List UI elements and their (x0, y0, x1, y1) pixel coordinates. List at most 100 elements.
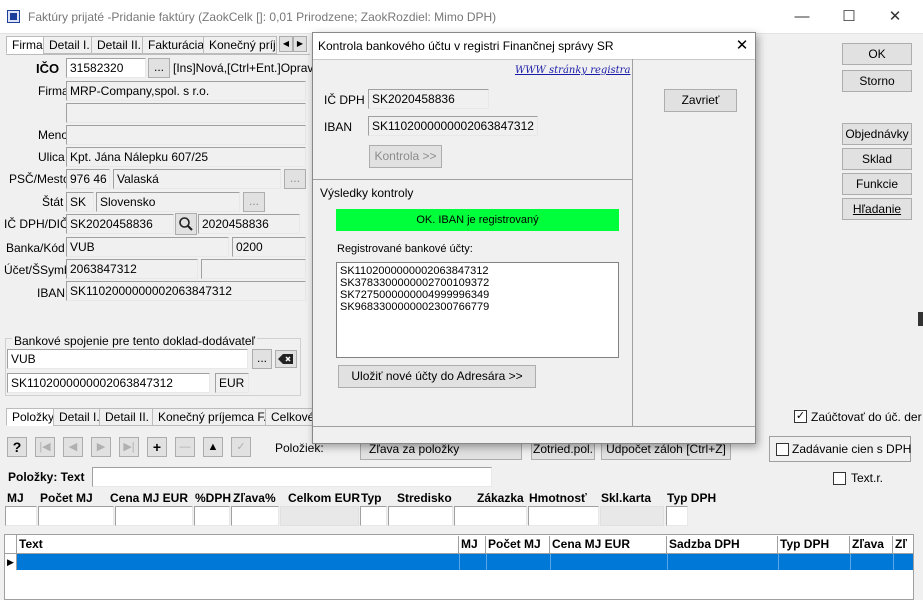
add-record-icon[interactable]: + (147, 437, 167, 457)
firma-field-2[interactable] (66, 103, 306, 123)
stredisko-input[interactable] (388, 506, 453, 526)
iban-label: IBAN (37, 286, 66, 300)
mj-input[interactable] (5, 506, 37, 526)
tab-konecny-prijemca[interactable]: Konečný príj. (203, 36, 277, 54)
sklad-button[interactable]: Sklad (842, 148, 912, 170)
search-icon[interactable] (175, 213, 197, 235)
icdph-label: IČ DPH/DIČ (4, 217, 69, 231)
dialog-title-divider (313, 59, 755, 60)
edge-marker (918, 312, 923, 326)
icdph-field[interactable]: SK2020458836 (66, 214, 174, 234)
kontrola-button[interactable]: Kontrola >> (369, 145, 442, 168)
textr-checkbox[interactable] (833, 472, 846, 485)
kontrola-dialog: Kontrola bankového účtu v registri Finan… (312, 32, 756, 444)
ulica-field[interactable]: Kpt. Jána Nálepku 607/25 (66, 147, 306, 167)
row-sep (486, 554, 487, 570)
stat-name-field[interactable]: Slovensko (96, 192, 240, 212)
tab-detail-1[interactable]: Detail I. (43, 36, 96, 54)
mesto-field[interactable]: Valaská (113, 169, 281, 189)
zakazka-input[interactable] (454, 506, 527, 526)
grid-col-zl[interactable]: Zľ (893, 536, 913, 553)
last-record-icon[interactable]: ▶| (119, 437, 139, 457)
bank-group-iban-field[interactable]: SK1102000000002063847312 (7, 373, 210, 393)
grid-col-text[interactable]: Text (17, 536, 459, 553)
tab-polozky[interactable]: Položky (6, 408, 61, 426)
mesto-lookup-button[interactable]: ... (284, 169, 306, 189)
col-celkom-label: Celkom EUR (288, 491, 361, 505)
banka-label: Banka/Kód (6, 241, 65, 255)
bank-group-bank-field[interactable]: VUB (7, 349, 248, 369)
tab-scroll-left-icon[interactable]: ◀ (279, 36, 293, 52)
zadavanie-checkbox[interactable] (776, 443, 789, 456)
pocet-input[interactable] (38, 506, 114, 526)
item-text-field[interactable] (92, 467, 492, 487)
maximize-button[interactable]: ☐ (826, 4, 872, 30)
grid-col-typdph[interactable]: Typ DPH (778, 536, 850, 553)
meno-field[interactable] (66, 125, 306, 145)
grid-col-mj[interactable]: MJ (459, 536, 486, 553)
next-record-icon[interactable]: ▶ (91, 437, 111, 457)
list-item[interactable]: SK1102000000002063847312 (340, 265, 615, 277)
currency-field[interactable]: EUR (215, 373, 249, 393)
grid-col-sadzba[interactable]: Sadzba DPH (667, 536, 778, 553)
confirm-icon[interactable]: ✓ (231, 437, 251, 457)
list-item[interactable]: SK3783300000002700109372 (340, 277, 615, 289)
grid-col-zlava[interactable]: Zľava (850, 536, 893, 553)
psc-field[interactable]: 976 46 (66, 169, 110, 189)
zauctovat-checkbox[interactable]: ✓ (794, 410, 807, 423)
firma-field[interactable]: MRP-Company,spol. s r.o. (66, 81, 306, 101)
col-sklkarta-label: Skl.karta (601, 491, 652, 505)
stat-lookup-button[interactable]: ... (243, 192, 265, 212)
move-up-icon[interactable]: ▲ (203, 437, 223, 457)
hmotnost-input[interactable] (528, 506, 599, 526)
zlava-input[interactable] (231, 506, 279, 526)
ico-field[interactable]: 31582320 (66, 58, 146, 78)
help-button[interactable]: ? (7, 437, 27, 457)
tab-celkove[interactable]: Celkové (265, 408, 313, 426)
banka-kod-field[interactable]: 0200 (232, 237, 306, 257)
grid-col-pocet[interactable]: Počet MJ (486, 536, 550, 553)
tab-detail-2[interactable]: Detail II. (91, 36, 148, 54)
backspace-icon[interactable] (275, 350, 297, 368)
first-record-icon[interactable]: |◀ (35, 437, 55, 457)
save-accounts-button[interactable]: Uložiť nové účty do Adresára >> (338, 365, 536, 388)
ucet-field[interactable]: 2063847312 (66, 259, 198, 279)
accounts-list[interactable]: SK1102000000002063847312 SK3783300000002… (336, 262, 619, 358)
bank-lookup-button[interactable]: ... (252, 349, 272, 369)
col-typdph-label: Typ DPH (667, 491, 717, 505)
ico-lookup-button[interactable]: ... (148, 58, 170, 78)
prev-record-icon[interactable]: ◀ (63, 437, 83, 457)
registry-link[interactable]: WWW stránky registra (515, 65, 630, 76)
objednavky-button[interactable]: Objednávky (842, 123, 912, 145)
dic-field[interactable]: 2020458836 (198, 214, 300, 234)
typdph-input[interactable] (666, 506, 688, 526)
tab-items-detail-2[interactable]: Detail II. (99, 408, 156, 426)
grid-col-cena[interactable]: Cena MJ EUR (550, 536, 667, 553)
row-pointer-icon: ▶ (5, 554, 17, 570)
hladanie-button[interactable]: Hľadanie (842, 198, 912, 220)
dph-input[interactable] (194, 506, 230, 526)
delete-record-icon[interactable]: — (175, 437, 195, 457)
close-button[interactable]: ✕ (872, 4, 918, 30)
tab-konecny-prijemca-fa[interactable]: Konečný príjemca FA (152, 408, 279, 426)
typ-input[interactable] (360, 506, 387, 526)
zavriet-button[interactable]: Zavrieť (664, 89, 737, 112)
minimize-button[interactable]: — (779, 4, 825, 30)
banka-field[interactable]: VUB (66, 237, 229, 257)
funkcie-button[interactable]: Funkcie (842, 173, 912, 195)
ok-button[interactable]: OK (842, 43, 912, 65)
cena-input[interactable] (115, 506, 193, 526)
dialog-iban-field[interactable]: SK1102000000002063847312 (368, 116, 538, 136)
tab-fakturacia[interactable]: Fakturácia (142, 36, 211, 54)
dialog-close-icon[interactable]: ✕ (732, 36, 752, 56)
tab-items-detail-1[interactable]: Detail I. (53, 408, 106, 426)
iban-field[interactable]: SK1102000000002063847312 (66, 281, 306, 301)
zauctovat-label: Zaúčtovať do úč. der (811, 410, 922, 424)
list-item[interactable]: SK7275000000004999996349 (340, 289, 615, 301)
storno-button[interactable]: Storno (842, 70, 912, 92)
list-item[interactable]: SK9683300000002300766779 (340, 301, 615, 313)
stat-code-field[interactable]: SK (66, 192, 94, 212)
dialog-icdph-field[interactable]: SK2020458836 (368, 89, 489, 109)
ssymb-field[interactable] (201, 259, 306, 279)
tab-scroll-right-icon[interactable]: ▶ (293, 36, 307, 52)
